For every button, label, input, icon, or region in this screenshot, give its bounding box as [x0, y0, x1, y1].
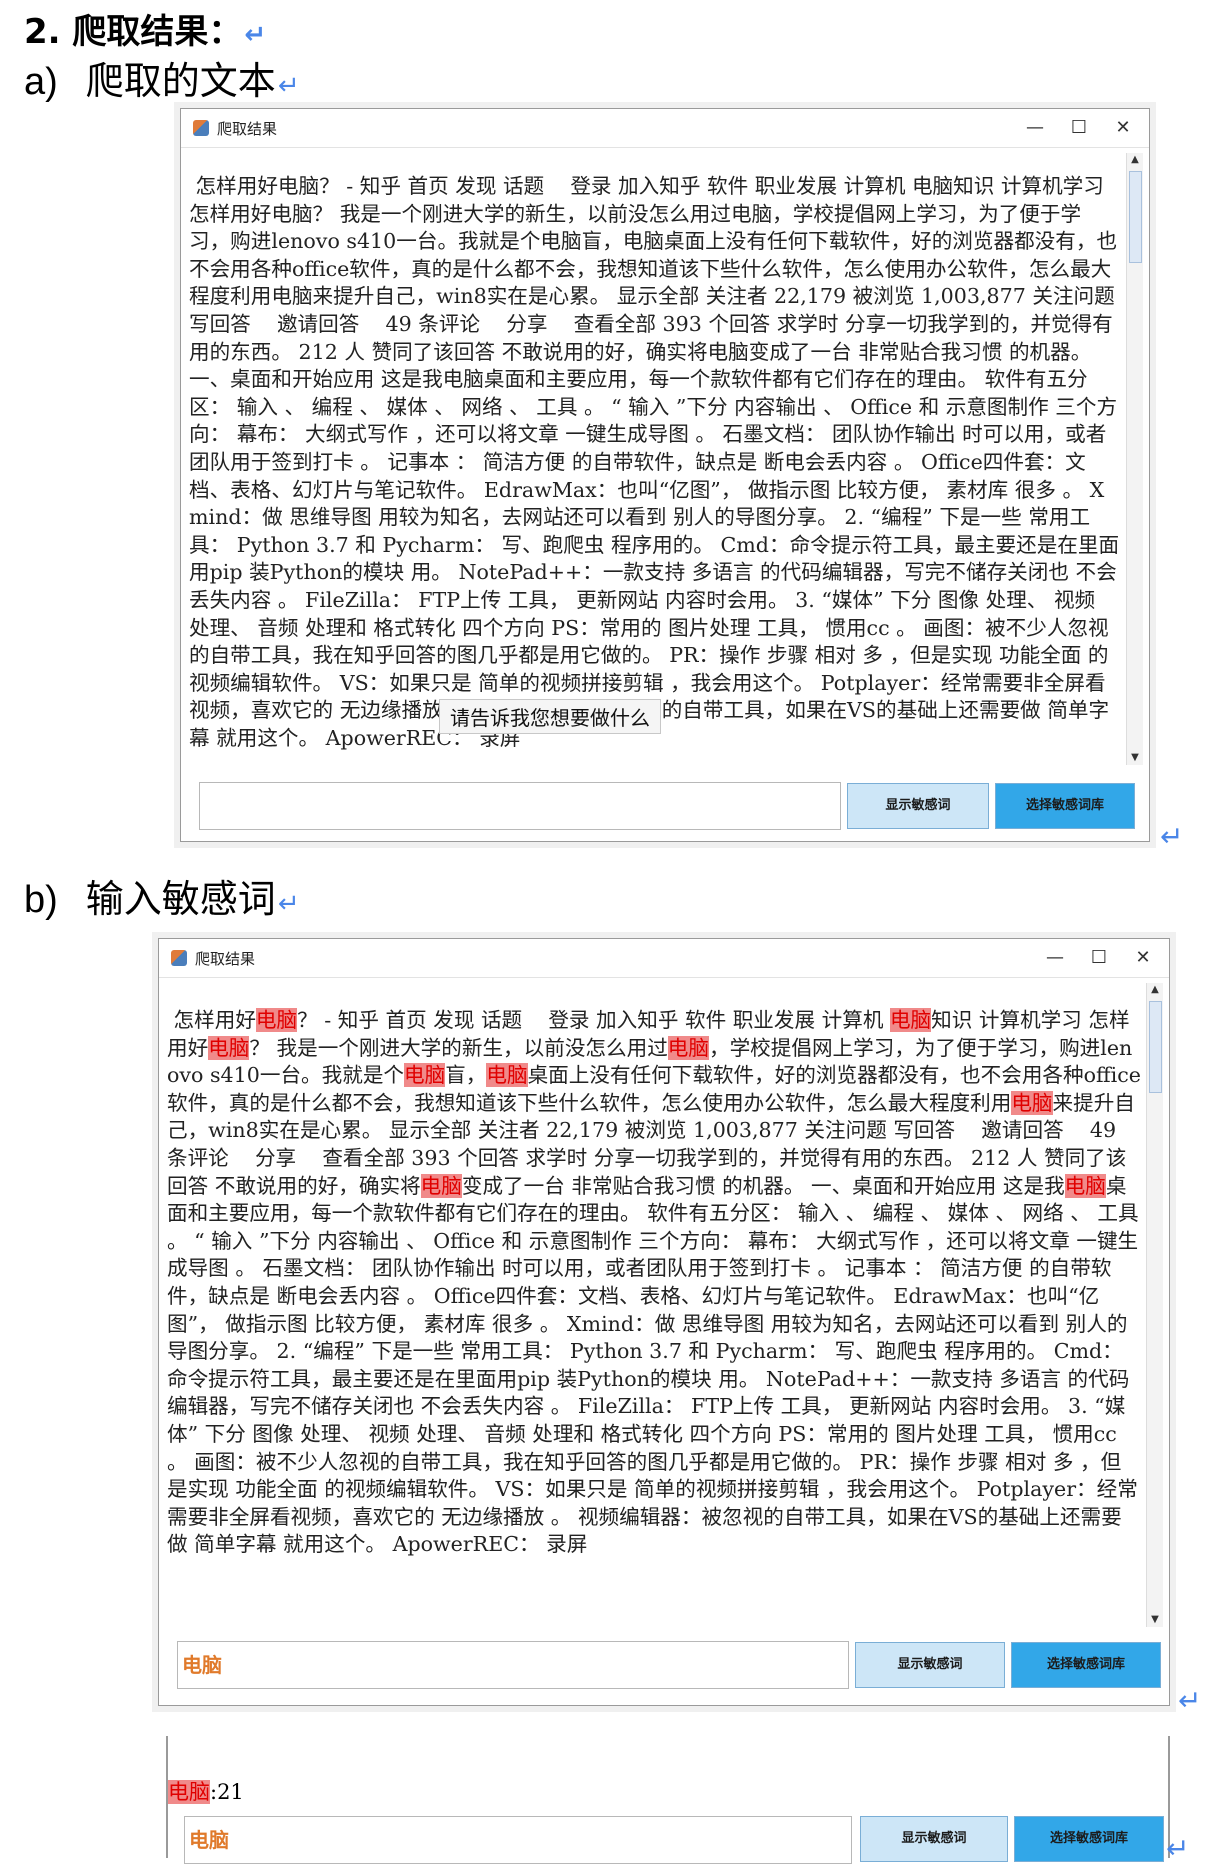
select-sensitive-lexicon-button[interactable]: 选择敏感词库	[1014, 1816, 1164, 1862]
window-title: 爬取结果	[195, 949, 256, 968]
sensitive-word-count-strip: 电脑:21 电脑 显示敏感词 选择敏感词库	[166, 1736, 1170, 1864]
tell-me-tooltip: 请告诉我您想要做什么	[439, 699, 661, 734]
crawled-text-area-highlighted[interactable]: 怎样用好电脑？ - 知乎 首页 发现 话题 登录 加入知乎 软件 职业发展 计算…	[167, 1007, 1141, 1627]
show-sensitive-words-button[interactable]: 显示敏感词	[847, 783, 989, 829]
sensitive-word-input[interactable]: 电脑	[177, 1641, 849, 1689]
sensitive-word-input[interactable]	[199, 782, 841, 830]
scroll-down-arrow-icon[interactable]: ▼	[1147, 1613, 1163, 1627]
count-word: 电脑	[168, 1780, 210, 1804]
return-mark: ↵	[1160, 820, 1184, 853]
scroll-down-arrow-icon[interactable]: ▼	[1127, 751, 1143, 765]
section-heading: 2. 爬取结果：↵	[24, 4, 266, 53]
show-sensitive-words-button[interactable]: 显示敏感词	[855, 1642, 1005, 1688]
close-button[interactable]: ✕	[1125, 945, 1161, 971]
crawl-result-window-1: 爬取结果 — ☐ ✕ 怎样用好电脑？ - 知乎 首页 发现 话题 登录 加入知乎…	[180, 108, 1150, 842]
scroll-up-arrow-icon[interactable]: ▲	[1127, 153, 1143, 167]
subheading-a-text: 爬取的文本	[85, 59, 276, 103]
vertical-scrollbar[interactable]: ▲ ▼	[1126, 153, 1143, 765]
crawled-text-area[interactable]: 怎样用好电脑？ - 知乎 首页 发现 话题 登录 加入知乎 软件 职业发展 计算…	[189, 173, 1121, 766]
minimize-button[interactable]: —	[1017, 115, 1053, 141]
scrollbar-thumb[interactable]	[1129, 171, 1142, 263]
select-sensitive-lexicon-button[interactable]: 选择敏感词库	[995, 783, 1135, 829]
highlighted-sensitive-word: 电脑	[420, 1173, 462, 1198]
subheading-b-text: 输入敏感词	[85, 877, 276, 921]
return-mark: ↵	[244, 20, 267, 50]
return-mark: ↵	[1178, 1684, 1202, 1717]
highlighted-sensitive-word: 电脑	[404, 1063, 446, 1088]
subheading-b: b) 输入敏感词↵	[24, 868, 300, 923]
java-app-icon	[171, 950, 187, 966]
vertical-scrollbar[interactable]: ▲ ▼	[1146, 983, 1163, 1627]
subheading-a: a) 爬取的文本↵	[24, 50, 300, 105]
return-mark: ↵	[277, 71, 300, 101]
java-app-icon	[193, 120, 209, 136]
select-sensitive-lexicon-button[interactable]: 选择敏感词库	[1011, 1642, 1161, 1688]
show-sensitive-words-button[interactable]: 显示敏感词	[860, 1816, 1008, 1862]
highlighted-sensitive-word: 电脑	[667, 1035, 709, 1060]
highlighted-sensitive-word: 电脑	[1011, 1090, 1053, 1115]
close-button[interactable]: ✕	[1105, 115, 1141, 141]
highlighted-sensitive-word: 电脑	[1064, 1173, 1106, 1198]
scroll-up-arrow-icon[interactable]: ▲	[1147, 983, 1163, 997]
sensitive-word-input[interactable]: 电脑	[184, 1816, 852, 1864]
return-mark: ↵	[277, 889, 300, 919]
crawled-text-highlighted: 怎样用好电脑？ - 知乎 首页 发现 话题 登录 加入知乎 软件 职业发展 计算…	[167, 1008, 1141, 1557]
return-mark: ↵	[1166, 1832, 1190, 1865]
maximize-button[interactable]: ☐	[1081, 945, 1117, 971]
minimize-button[interactable]: —	[1037, 945, 1073, 971]
crawled-text: 怎样用好电脑？ - 知乎 首页 发现 话题 登录 加入知乎 软件 职业发展 计算…	[189, 174, 1120, 750]
highlighted-sensitive-word: 电脑	[208, 1035, 250, 1060]
title-bar: 爬取结果 — ☐ ✕	[181, 109, 1149, 148]
scrollbar-thumb[interactable]	[1149, 1001, 1162, 1093]
highlighted-sensitive-word: 电脑	[486, 1063, 528, 1088]
window-title: 爬取结果	[217, 119, 278, 138]
count-result: 电脑:21	[168, 1776, 244, 1806]
highlighted-sensitive-word: 电脑	[255, 1008, 298, 1032]
title-bar: 爬取结果 — ☐ ✕	[159, 939, 1169, 978]
maximize-button[interactable]: ☐	[1061, 115, 1097, 141]
highlighted-sensitive-word: 电脑	[889, 1008, 932, 1032]
crawl-result-window-2: 爬取结果 — ☐ ✕ 怎样用好电脑？ - 知乎 首页 发现 话题 登录 加入知乎…	[158, 938, 1170, 1706]
heading-text: 2. 爬取结果：	[24, 12, 243, 52]
subheading-a-label: a)	[24, 61, 58, 103]
count-value: :21	[210, 1780, 244, 1804]
subheading-b-label: b)	[24, 879, 58, 921]
